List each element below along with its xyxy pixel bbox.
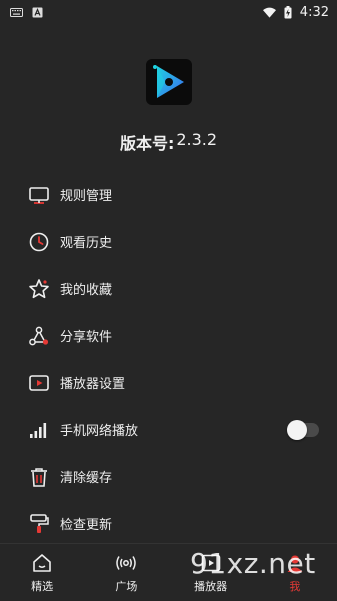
keyboard-icon	[10, 7, 23, 17]
menu-item-label: 我的收藏	[60, 283, 113, 298]
player-logo-icon	[146, 59, 192, 105]
play-screen-icon	[28, 372, 50, 394]
settings-menu: 规则管理 观看历史 我的收藏 分享软件 播放器设置 手机网络播放 清除缓存 检查…	[0, 171, 337, 547]
star-icon	[28, 278, 50, 300]
paint-roller-icon	[28, 513, 50, 535]
version-label: 版本号:	[119, 134, 175, 153]
menu-item-label: 分享软件	[60, 330, 113, 345]
menu-item-mobile-network: 手机网络播放	[0, 406, 337, 453]
menu-item-label: 规则管理	[60, 189, 113, 204]
text-input-icon	[32, 7, 43, 17]
wifi-icon	[262, 7, 276, 18]
mobile-network-toggle[interactable]	[287, 419, 319, 440]
menu-item-check-update[interactable]: 检查更新	[0, 500, 337, 547]
status-left	[10, 7, 44, 18]
share-icon	[28, 325, 50, 347]
menu-item-label: 手机网络播放	[60, 424, 139, 439]
menu-item-label: 观看历史	[60, 236, 113, 251]
home-icon	[31, 552, 53, 574]
nav-tab-square[interactable]: 广场	[84, 544, 168, 601]
menu-item-label: 清除缓存	[60, 471, 113, 486]
nav-tab-featured[interactable]: 精选	[0, 544, 84, 601]
status-bar: 4:32	[0, 0, 337, 24]
toggle-knob	[287, 419, 307, 440]
status-time: 4:32	[299, 4, 329, 20]
menu-item-label: 播放器设置	[60, 377, 126, 392]
menu-item-rules[interactable]: 规则管理	[0, 171, 337, 218]
menu-item-history[interactable]: 观看历史	[0, 218, 337, 265]
watermark-text: 91xz.net	[190, 547, 316, 580]
signal-icon	[28, 419, 50, 441]
clock-icon	[28, 231, 50, 253]
menu-item-label: 检查更新	[60, 518, 113, 533]
version-value: 2.3.2	[176, 130, 218, 149]
menu-item-favorites[interactable]: 我的收藏	[0, 265, 337, 312]
trash-icon	[28, 466, 50, 488]
status-right: 4:32	[262, 4, 329, 20]
version-text: 版本号: 2.3.2	[0, 130, 337, 154]
battery-charging-icon	[284, 5, 292, 18]
monitor-icon	[28, 184, 50, 206]
broadcast-icon	[115, 552, 137, 574]
menu-item-player-settings[interactable]: 播放器设置	[0, 359, 337, 406]
menu-item-clear-cache[interactable]: 清除缓存	[0, 453, 337, 500]
menu-item-share[interactable]: 分享软件	[0, 312, 337, 359]
nav-label: 精选	[31, 579, 54, 593]
nav-label: 广场	[115, 579, 138, 593]
